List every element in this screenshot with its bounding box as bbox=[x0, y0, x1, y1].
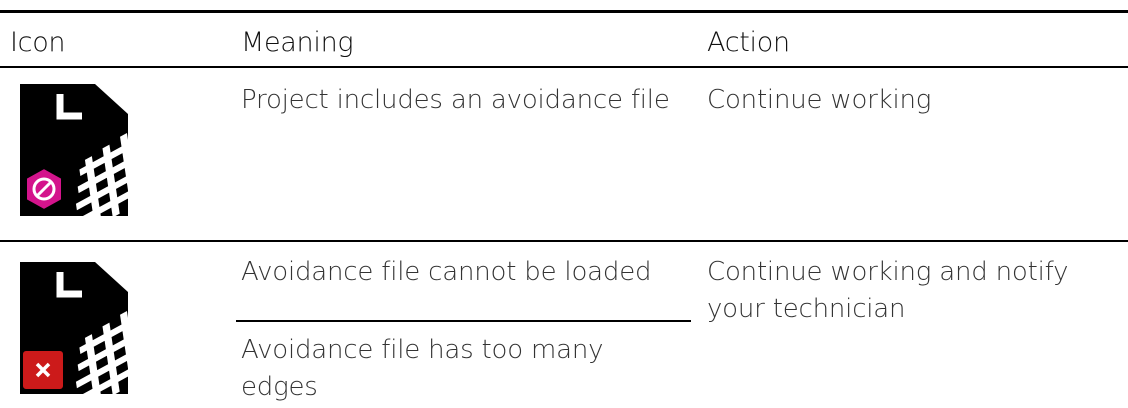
avoidance-file-icon bbox=[0, 254, 230, 406]
no-entry-badge bbox=[25, 166, 63, 212]
meaning-cell: Project includes an avoidance file bbox=[241, 85, 670, 115]
meaning-sub-divider bbox=[236, 320, 691, 322]
action-cell: Continue working bbox=[707, 85, 932, 115]
table-top-rule bbox=[0, 10, 1128, 13]
header-bottom-rule bbox=[0, 66, 1128, 68]
error-x-badge bbox=[21, 349, 65, 391]
meaning-cell: Avoidance file cannot be loaded bbox=[241, 257, 652, 287]
meaning-cell: Avoidance file has too many edges bbox=[241, 335, 604, 402]
header-action: Action bbox=[707, 27, 790, 58]
header-icon: Icon bbox=[10, 27, 66, 58]
header-meaning: Meaning bbox=[241, 27, 354, 58]
avoidance-file-icon bbox=[0, 76, 230, 228]
row-divider bbox=[0, 240, 1128, 242]
action-cell: Continue working and notify your technic… bbox=[707, 257, 1069, 324]
